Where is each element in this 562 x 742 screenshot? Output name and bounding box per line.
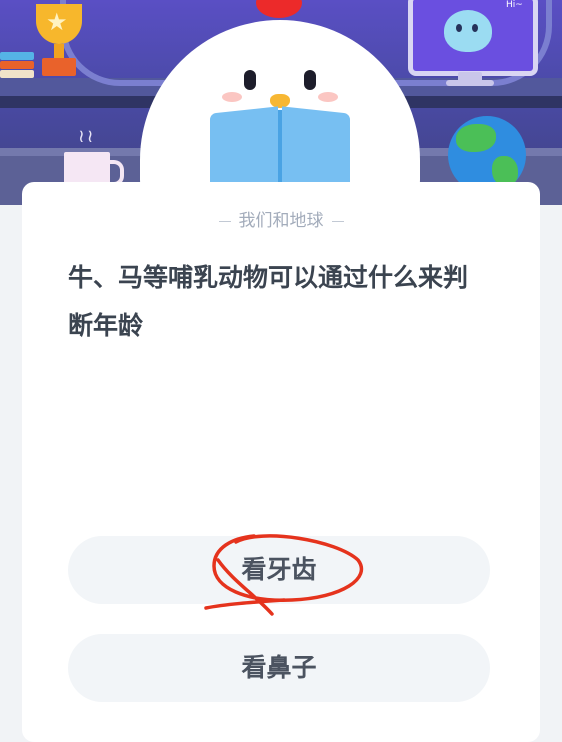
category-text: 我们和地球 xyxy=(238,211,324,231)
monitor-greeting: Hi~ xyxy=(506,0,523,10)
header-illustration: ★ Hi~ ≀≀ xyxy=(0,0,562,205)
question-card: 我们和地球 牛、马等哺乳动物可以通过什么来判断年龄 看牙齿 看鼻子 xyxy=(22,182,540,742)
steam-icon: ≀≀ xyxy=(78,126,96,147)
chicken-eye-right xyxy=(304,70,316,90)
category-label: 我们和地球 xyxy=(22,206,540,231)
chicken-cheek-right xyxy=(318,92,338,102)
answer-option-b[interactable]: 看鼻子 xyxy=(68,634,490,702)
category-dash-left xyxy=(218,220,231,222)
monitor-base xyxy=(446,80,494,86)
category-dash-right xyxy=(331,220,344,222)
chicken-cheek-left xyxy=(222,92,242,102)
trophy-icon: ★ xyxy=(28,4,90,82)
chicken-eye-left xyxy=(244,70,256,90)
answer-option-a[interactable]: 看牙齿 xyxy=(68,536,490,604)
question-text: 牛、马等哺乳动物可以通过什么来判断年龄 xyxy=(68,263,469,340)
books-icon xyxy=(0,52,34,80)
alien-icon xyxy=(444,10,492,52)
